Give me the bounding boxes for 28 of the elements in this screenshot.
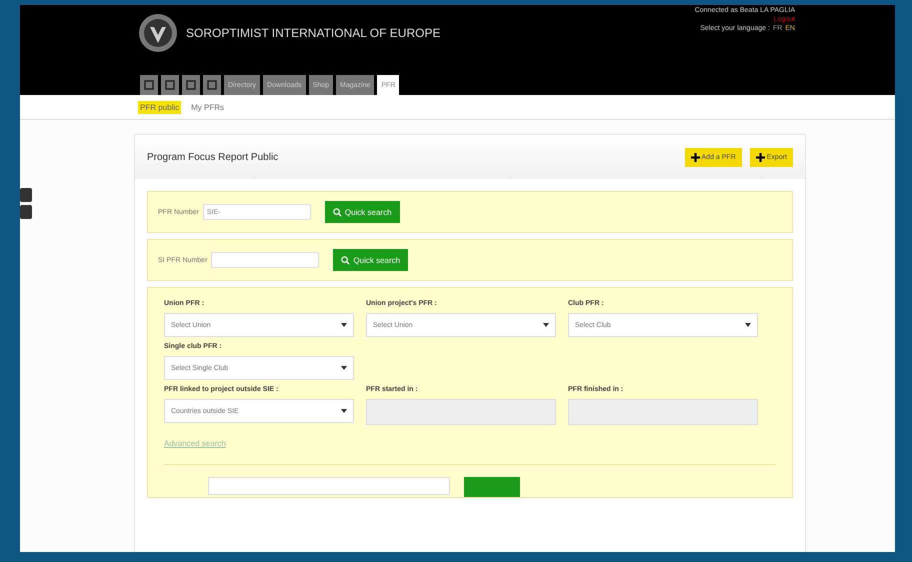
plus-icon bbox=[690, 152, 700, 162]
quick-search-button[interactable]: Quick search bbox=[324, 201, 400, 223]
sub-tab[interactable]: My PFRs bbox=[189, 100, 226, 114]
nav-icon-tab[interactable] bbox=[140, 75, 158, 95]
nav-icon-tab[interactable] bbox=[182, 75, 200, 95]
square-icon bbox=[207, 80, 217, 90]
square-icon bbox=[144, 80, 154, 90]
nav-icon-tab[interactable] bbox=[203, 75, 221, 95]
emblem-icon bbox=[138, 13, 178, 53]
search-icon bbox=[332, 208, 342, 216]
date-field[interactable] bbox=[366, 399, 556, 425]
search-icon bbox=[341, 256, 350, 264]
nav-icon-tab[interactable] bbox=[161, 75, 179, 95]
caret-icon bbox=[341, 323, 347, 327]
caret-icon bbox=[745, 323, 751, 327]
panel-title: Program Focus Report Public bbox=[147, 152, 278, 162]
square-icon bbox=[165, 80, 175, 90]
input-field[interactable] bbox=[211, 252, 320, 268]
caret-icon bbox=[341, 409, 347, 413]
caret-icon bbox=[543, 323, 549, 327]
date-field[interactable] bbox=[568, 399, 758, 425]
quick-search-button[interactable]: Quick search bbox=[333, 249, 408, 271]
square-icon bbox=[186, 80, 196, 90]
caret-icon bbox=[341, 366, 347, 370]
sub-tab[interactable]: PFR public bbox=[138, 100, 182, 114]
plus-icon bbox=[756, 152, 765, 162]
site-title: SOROPTIMIST INTERNATIONAL OF EUROPE bbox=[186, 26, 440, 40]
input-field[interactable] bbox=[208, 477, 450, 495]
